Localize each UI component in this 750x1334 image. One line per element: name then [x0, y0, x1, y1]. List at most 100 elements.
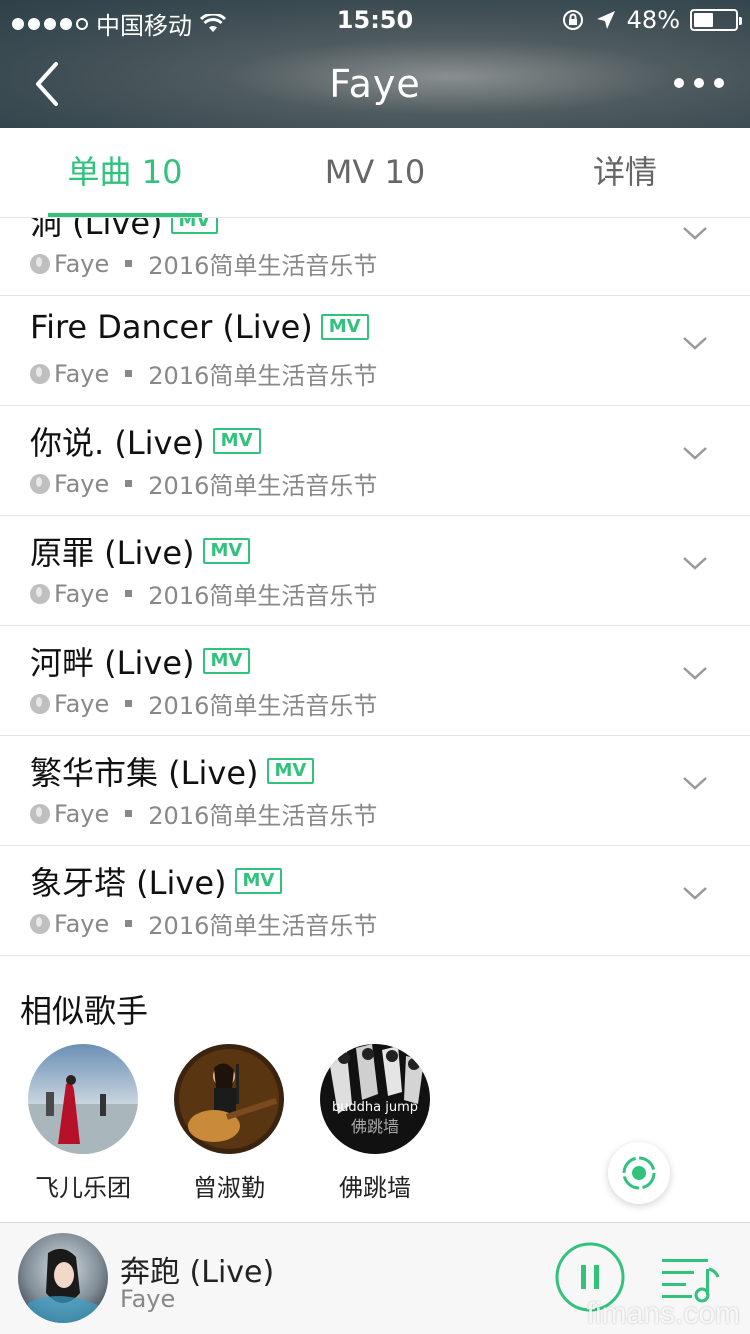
artist-name: 佛跳墙	[339, 1174, 411, 1202]
song-title-line: Fire Dancer (Live) MV	[30, 308, 369, 346]
song-title-line: 河畔 (Live) MV	[30, 638, 251, 684]
artist-avatar	[28, 1044, 138, 1154]
locate-playing-button[interactable]	[608, 1142, 670, 1204]
mv-badge[interactable]: MV	[202, 648, 251, 674]
mv-badge[interactable]: MV	[202, 538, 251, 564]
mv-badge[interactable]: MV	[234, 868, 283, 894]
song-artist: Faye	[54, 689, 110, 718]
similar-artist-2[interactable]: 曾淑勤	[154, 1044, 304, 1203]
song-title-line: 洞 (Live) MV	[30, 218, 219, 244]
cover-text: buddha jump	[332, 1100, 418, 1115]
location-icon	[596, 11, 615, 29]
nav-bar: Faye	[0, 40, 750, 128]
separator-dot	[125, 590, 133, 597]
song-title: 你说. (Live)	[30, 424, 205, 462]
separator-dot	[125, 480, 133, 487]
song-title-line: 原罪 (Live) MV	[30, 528, 251, 574]
artist-avatar: buddha jump 佛跳墙	[320, 1044, 430, 1154]
song-title-line: 你说. (Live) MV	[30, 418, 261, 464]
separator-dot	[125, 920, 133, 927]
song-row[interactable]: 象牙塔 (Live) MV Faye 2016简单生活音乐节	[0, 846, 750, 956]
mini-player[interactable]: 奔跑 (Live) Faye fimans.com	[0, 1222, 750, 1334]
status-right: 48%	[561, 6, 742, 34]
song-row[interactable]: 繁华市集 (Live) MV Faye 2016简单生活音乐节	[0, 736, 750, 846]
battery-icon	[690, 9, 742, 31]
artist-name: 飞儿乐团	[35, 1174, 131, 1202]
song-row[interactable]: Fire Dancer (Live) MV Faye 2016简单生活音乐节	[0, 296, 750, 406]
page-title: Faye	[329, 62, 421, 106]
song-title: 繁华市集 (Live)	[30, 754, 259, 792]
globe-icon	[30, 253, 50, 274]
song-artist: Faye	[54, 799, 110, 828]
song-subtitle: Faye 2016简单生活音乐节	[30, 906, 377, 941]
chevron-down-icon[interactable]	[680, 658, 710, 688]
status-bar: 中国移动 15:50 48%	[0, 0, 750, 40]
mv-badge[interactable]: MV	[320, 314, 369, 340]
more-button[interactable]	[674, 68, 724, 98]
tab-details[interactable]: 详情	[500, 128, 750, 217]
song-list: 洞 (Live) MV Faye 2016简单生活音乐节 Fire Dancer…	[0, 218, 750, 958]
song-title: Fire Dancer (Live)	[30, 308, 313, 346]
song-artist: Faye	[54, 359, 110, 388]
song-title: 原罪 (Live)	[30, 534, 195, 572]
song-subtitle: Faye 2016简单生活音乐节	[30, 576, 377, 611]
song-album: 2016简单生活音乐节	[148, 802, 378, 830]
tab-mv[interactable]: MV 10	[250, 128, 500, 217]
song-title-line: 繁华市集 (Live) MV	[30, 748, 315, 794]
song-artist: Faye	[54, 249, 110, 278]
song-row[interactable]: 洞 (Live) MV Faye 2016简单生活音乐节	[0, 218, 750, 296]
song-album: 2016简单生活音乐节	[148, 472, 378, 500]
separator-dot	[125, 700, 133, 707]
song-album: 2016简单生活音乐节	[148, 912, 378, 940]
now-playing-cover[interactable]	[18, 1233, 108, 1323]
song-title: 河畔 (Live)	[30, 644, 195, 682]
song-title-line: 象牙塔 (Live) MV	[30, 858, 283, 904]
chevron-down-icon[interactable]	[680, 218, 710, 248]
artist-avatar	[174, 1044, 284, 1154]
song-subtitle: Faye 2016简单生活音乐节	[30, 356, 377, 391]
song-artist: Faye	[54, 579, 110, 608]
mv-badge[interactable]: MV	[170, 218, 219, 234]
chevron-down-icon[interactable]	[680, 768, 710, 798]
song-row[interactable]: 你说. (Live) MV Faye 2016简单生活音乐节	[0, 406, 750, 516]
playlist-button[interactable]	[660, 1255, 722, 1303]
song-artist: Faye	[54, 469, 110, 498]
chevron-down-icon[interactable]	[680, 548, 710, 578]
mv-badge[interactable]: MV	[266, 758, 315, 784]
similar-artists-heading: 相似歌手	[20, 992, 149, 1030]
target-icon	[622, 1156, 656, 1190]
cover-text-cn: 佛跳墙	[351, 1117, 399, 1136]
battery-fill	[694, 13, 713, 27]
song-title: 洞 (Live)	[30, 218, 163, 242]
song-row[interactable]: 河畔 (Live) MV Faye 2016简单生活音乐节	[0, 626, 750, 736]
tab-bar: 单曲 10 MV 10 详情	[0, 128, 750, 218]
now-playing-artist: Faye	[120, 1285, 176, 1313]
battery-percent: 48%	[626, 6, 680, 34]
song-subtitle: Faye 2016简单生活音乐节	[30, 796, 377, 831]
similar-artist-3[interactable]: buddha jump 佛跳墙 佛跳墙	[300, 1044, 450, 1203]
separator-dot	[125, 810, 133, 817]
chevron-down-icon[interactable]	[680, 878, 710, 908]
song-album: 2016简单生活音乐节	[148, 582, 378, 610]
song-title: 象牙塔 (Live)	[30, 864, 227, 902]
song-album: 2016简单生活音乐节	[148, 252, 378, 280]
header: 中国移动 15:50 48% Faye	[0, 0, 750, 128]
watermark: fimans.com	[586, 1297, 740, 1330]
song-album: 2016简单生活音乐节	[148, 692, 378, 720]
globe-icon	[30, 803, 50, 824]
chevron-down-icon[interactable]	[680, 328, 710, 358]
separator-dot	[125, 260, 133, 267]
song-album: 2016简单生活音乐节	[148, 362, 378, 390]
globe-icon	[30, 583, 50, 604]
globe-icon	[30, 913, 50, 934]
chevron-down-icon[interactable]	[680, 438, 710, 468]
tab-singles[interactable]: 单曲 10	[0, 128, 250, 217]
globe-icon	[30, 693, 50, 714]
similar-artist-1[interactable]: 飞儿乐团	[8, 1044, 158, 1203]
mv-badge[interactable]: MV	[212, 428, 261, 454]
song-artist: Faye	[54, 909, 110, 938]
rotation-lock-icon	[562, 10, 583, 30]
song-subtitle: Faye 2016简单生活音乐节	[30, 686, 377, 721]
song-row[interactable]: 原罪 (Live) MV Faye 2016简单生活音乐节	[0, 516, 750, 626]
globe-icon	[30, 363, 50, 384]
